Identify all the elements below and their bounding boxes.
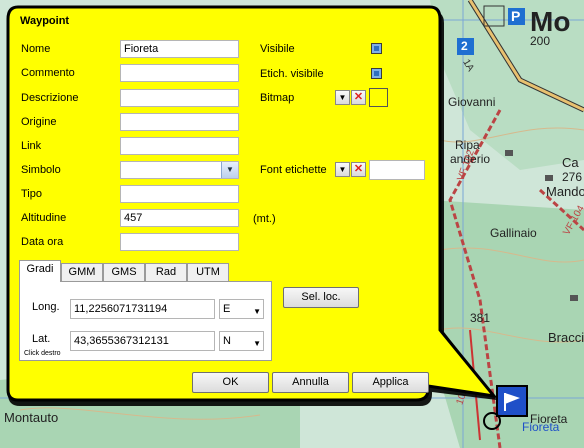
tipo-input[interactable]: [120, 185, 239, 203]
nome-input[interactable]: Fioreta: [120, 40, 239, 58]
data-ora-input[interactable]: [120, 233, 239, 251]
long-label: Long.: [32, 301, 60, 313]
click-destro-hint: Click destro: [24, 350, 61, 357]
etich-visibile-checkbox[interactable]: [371, 68, 382, 79]
bitmap-clear-icon[interactable]: ✕: [351, 90, 366, 105]
descrizione-label: Descrizione: [21, 92, 79, 104]
tab-gmm[interactable]: GMM: [61, 263, 103, 281]
lat-label: Lat.: [32, 333, 51, 345]
etich-visibile-label: Etich. visibile: [260, 68, 324, 80]
long-hemisphere-select[interactable]: E ▼: [219, 299, 264, 319]
simbolo-label: Simbolo: [21, 164, 61, 176]
altitudine-input[interactable]: 457: [120, 209, 239, 227]
font-etichette-label: Font etichette: [260, 164, 327, 176]
nome-label: Nome: [21, 43, 51, 55]
tab-gms[interactable]: GMS: [103, 263, 145, 281]
chevron-down-icon: ▼: [253, 339, 261, 348]
lat-hemisphere-select[interactable]: N ▼: [219, 331, 264, 351]
font-preview[interactable]: [369, 160, 425, 180]
long-hemisphere-value: E: [223, 303, 231, 315]
altitudine-label: Altitudine: [21, 212, 67, 224]
applica-button[interactable]: Applica: [352, 372, 429, 393]
link-input[interactable]: [120, 137, 239, 155]
tipo-label: Tipo: [21, 188, 42, 200]
chevron-down-icon[interactable]: ▼: [221, 162, 238, 178]
tab-rad[interactable]: Rad: [145, 263, 187, 281]
font-dropdown-button[interactable]: ▼: [335, 162, 350, 177]
annulla-button[interactable]: Annulla: [272, 372, 349, 393]
bitmap-dropdown-button[interactable]: ▼: [335, 90, 350, 105]
descrizione-input[interactable]: [120, 89, 239, 107]
visibile-checkbox[interactable]: [371, 43, 382, 54]
commento-input[interactable]: [120, 64, 239, 82]
chevron-down-icon: ▼: [253, 307, 261, 316]
origine-label: Origine: [21, 116, 57, 128]
lat-input[interactable]: 43,3655367312131: [70, 331, 215, 351]
origine-input[interactable]: [120, 113, 239, 131]
tab-utm[interactable]: UTM: [187, 263, 229, 281]
ok-button[interactable]: OK: [192, 372, 269, 393]
lat-hemisphere-value: N: [223, 335, 231, 347]
tab-gradi[interactable]: Gradi: [19, 260, 61, 282]
data-ora-label: Data ora: [21, 236, 64, 248]
dialog-title: Waypoint: [20, 15, 70, 27]
sel-loc-button[interactable]: Sel. loc.: [283, 287, 359, 308]
link-label: Link: [21, 140, 42, 152]
waypoint-dialog: Waypoint Nome Fioreta Commento Descrizio…: [0, 0, 584, 448]
altitudine-unit: (mt.): [253, 213, 276, 225]
bitmap-label: Bitmap: [260, 92, 295, 104]
simbolo-select[interactable]: ▼: [120, 161, 239, 179]
bitmap-preview[interactable]: [369, 88, 388, 107]
long-input[interactable]: 11,2256071731194: [70, 299, 215, 319]
commento-label: Commento: [21, 67, 75, 79]
font-clear-icon[interactable]: ✕: [351, 162, 366, 177]
visibile-label: Visibile: [260, 43, 295, 55]
